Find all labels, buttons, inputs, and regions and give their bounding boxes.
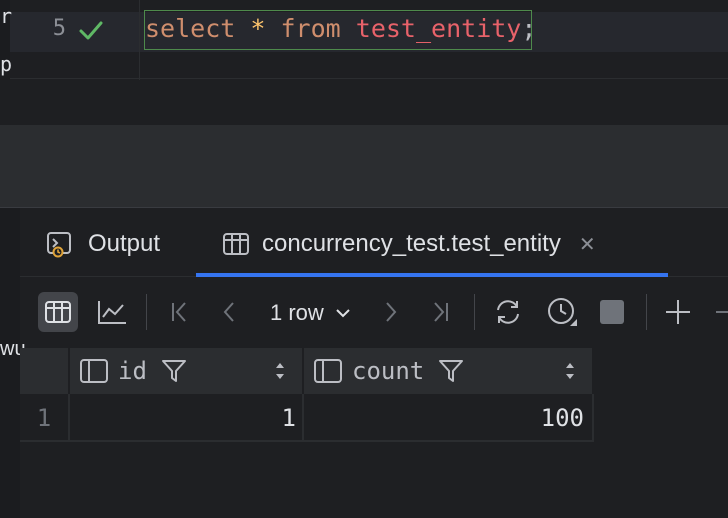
refresh-button[interactable]	[488, 292, 528, 332]
plus-icon	[666, 300, 690, 324]
table-view-button[interactable]	[38, 292, 78, 332]
row-count-label: 1 row	[270, 300, 324, 325]
column-separator	[68, 394, 70, 442]
toolbar-separator	[646, 294, 647, 330]
gutter-separator	[139, 0, 140, 80]
column-separator	[302, 394, 304, 442]
toolbar-separator	[474, 294, 475, 330]
page-size-dropdown[interactable]: 1 row	[270, 300, 352, 326]
column-header-count[interactable]: count	[314, 354, 464, 388]
tab-test-entity[interactable]: concurrency_test.test_entity ✕	[222, 226, 596, 262]
column-icon	[314, 359, 342, 383]
row-number: 1	[36, 404, 52, 432]
last-page-button[interactable]	[420, 292, 460, 332]
column-separator	[302, 348, 304, 394]
console-icon	[47, 232, 71, 258]
first-page-icon	[172, 302, 186, 322]
add-row-button[interactable]	[658, 292, 698, 332]
clock-icon	[548, 298, 577, 326]
minus-icon	[716, 311, 728, 313]
sql-keyword-from: from	[280, 14, 341, 43]
editor-divider	[10, 78, 728, 79]
auto-refresh-button[interactable]	[542, 292, 582, 332]
sort-icon[interactable]	[564, 360, 576, 382]
last-page-icon	[434, 302, 448, 322]
left-panel-fragment: r	[0, 4, 13, 28]
left-panel-fragment: p	[0, 52, 13, 76]
tab-test-entity-label: concurrency_test.test_entity	[262, 230, 561, 257]
line-number: 5	[52, 16, 66, 41]
delete-row-button[interactable]	[708, 292, 728, 332]
sql-keyword-select: select	[145, 14, 236, 43]
sql-table-name: test_entity	[355, 14, 522, 43]
sort-icon[interactable]	[274, 360, 286, 382]
panel-header-area	[0, 125, 728, 207]
stop-icon	[600, 300, 624, 324]
table-cell[interactable]: 1	[72, 400, 296, 436]
filter-icon[interactable]	[161, 358, 187, 384]
column-icon	[80, 359, 108, 383]
next-page-button[interactable]	[370, 292, 410, 332]
sql-semicolon: ;	[521, 14, 537, 43]
tab-output-label: Output	[88, 230, 161, 257]
chevron-down-icon	[336, 309, 350, 318]
chevron-left-icon	[223, 302, 234, 322]
refresh-icon	[497, 300, 519, 324]
filter-icon[interactable]	[438, 358, 464, 384]
active-tab-indicator	[196, 273, 668, 277]
toolbar-separator	[146, 294, 147, 330]
grid-border	[592, 394, 594, 442]
chevron-right-icon	[386, 302, 397, 322]
previous-page-button[interactable]	[210, 292, 250, 332]
grid-row-divider	[20, 440, 594, 442]
stop-button[interactable]	[592, 292, 632, 332]
services-tree-edge	[0, 208, 20, 518]
tab-output[interactable]: Output	[46, 226, 160, 262]
column-header-id[interactable]: id	[80, 354, 187, 388]
close-icon[interactable]: ✕	[579, 232, 596, 257]
sql-star: *	[250, 14, 266, 43]
editor-footer	[0, 80, 728, 125]
chart-view-button[interactable]	[92, 292, 132, 332]
column-separator	[68, 348, 70, 394]
column-header-label: id	[118, 357, 147, 385]
column-header-label: count	[352, 357, 425, 385]
table-cell[interactable]: 100	[306, 400, 584, 436]
chart-icon	[98, 301, 126, 324]
sql-statement[interactable]: select * from test_entity;	[145, 14, 536, 43]
table-icon	[45, 301, 71, 323]
table-icon	[223, 233, 249, 255]
check-icon	[79, 21, 103, 40]
first-page-button[interactable]	[160, 292, 200, 332]
